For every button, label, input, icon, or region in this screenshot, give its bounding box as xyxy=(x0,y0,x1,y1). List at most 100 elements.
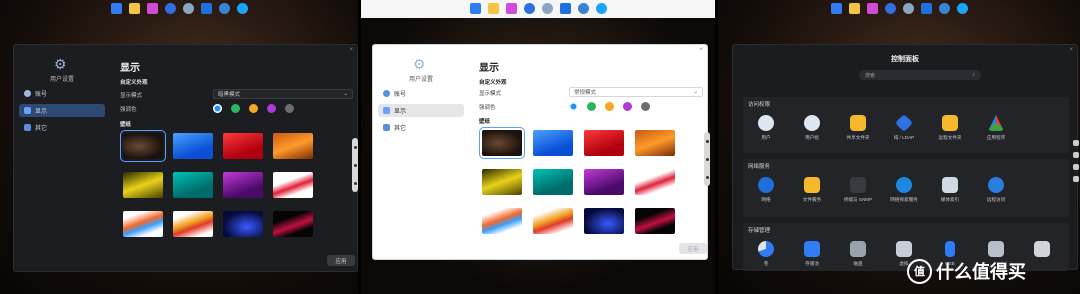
gear-icon[interactable] xyxy=(182,2,194,14)
wallpaper-thumb[interactable] xyxy=(123,172,163,198)
shield-app-icon[interactable] xyxy=(938,2,950,14)
side-handle[interactable] xyxy=(704,132,710,186)
nav-item-display[interactable]: 显示 xyxy=(378,104,464,117)
wallpaper-thumb[interactable] xyxy=(635,130,675,156)
wallpaper-thumb[interactable] xyxy=(273,133,313,159)
taskbar xyxy=(0,0,358,16)
cp-item-domain[interactable]: 域 / LDAP xyxy=(881,113,927,141)
photo-app-icon[interactable] xyxy=(505,2,517,14)
close-icon[interactable]: × xyxy=(1069,47,1073,53)
headset-icon[interactable] xyxy=(956,2,968,14)
accent-orange[interactable] xyxy=(249,104,258,113)
nav-item-display[interactable]: 显示 xyxy=(19,104,105,117)
wallpaper-thumb[interactable] xyxy=(635,169,675,195)
apply-button[interactable]: 应用 xyxy=(327,255,355,266)
grid-app-icon[interactable] xyxy=(830,2,842,14)
gear-icon: ⚙ xyxy=(54,56,67,72)
wallpaper-thumb[interactable] xyxy=(584,208,624,234)
accent-purple[interactable] xyxy=(267,104,276,113)
gear-icon[interactable] xyxy=(902,2,914,14)
accent-blue[interactable] xyxy=(213,104,222,113)
nav-item-other[interactable]: 其它 xyxy=(19,121,105,134)
cp-item-terminal[interactable]: 终端与 SNMP xyxy=(835,177,881,203)
folder-icon[interactable] xyxy=(487,2,499,14)
cp-item-disk[interactable]: 磁盘 xyxy=(835,241,881,267)
accent-green[interactable] xyxy=(587,102,596,111)
wallpaper-thumb[interactable] xyxy=(482,169,522,195)
nav-item-other[interactable]: 其它 xyxy=(378,121,464,134)
apply-button[interactable]: 应用 xyxy=(679,243,707,254)
docs-icon[interactable] xyxy=(200,2,212,14)
headset-icon[interactable] xyxy=(595,2,607,14)
cp-item-discovery[interactable]: 网络探索服务 xyxy=(881,177,927,203)
side-handle[interactable] xyxy=(1073,140,1080,190)
wallpaper-thumb[interactable] xyxy=(223,133,263,159)
wallpaper-thumb[interactable] xyxy=(533,169,573,195)
cp-item-apps[interactable]: 应用程序 xyxy=(973,115,1019,141)
cp-item-file-service[interactable]: 文件服务 xyxy=(789,177,835,203)
accent-green[interactable] xyxy=(231,104,240,113)
usb-icon xyxy=(945,241,955,257)
folder-icon[interactable] xyxy=(128,2,140,14)
clock-icon[interactable] xyxy=(523,2,535,14)
photo-app-icon[interactable] xyxy=(866,2,878,14)
wallpaper-thumb[interactable] xyxy=(173,133,213,159)
wallpaper-thumb[interactable] xyxy=(120,130,166,162)
nav-item-account[interactable]: 账号 xyxy=(19,87,105,100)
accent-orange[interactable] xyxy=(605,102,614,111)
shield-app-icon[interactable] xyxy=(218,2,230,14)
wallpaper-thumb[interactable] xyxy=(584,130,624,156)
clock-icon[interactable] xyxy=(884,2,896,14)
cp-item-users[interactable]: 用户 xyxy=(743,115,789,141)
mode-select[interactable]: 常规模式 ⌄ xyxy=(569,87,703,97)
docs-icon[interactable] xyxy=(559,2,571,14)
nav-item-account[interactable]: 账号 xyxy=(378,87,464,100)
accent-picker xyxy=(569,102,650,111)
wallpaper-thumb[interactable] xyxy=(479,127,525,159)
grid-app-icon[interactable] xyxy=(469,2,481,14)
wallpaper-thumb[interactable] xyxy=(223,211,263,237)
cp-item-remote-folder[interactable]: 远程文件夹 xyxy=(927,115,973,141)
wallpaper-thumb[interactable] xyxy=(273,172,313,198)
wallpaper-thumb[interactable] xyxy=(123,211,163,237)
accent-gray[interactable] xyxy=(641,102,650,111)
side-handle[interactable] xyxy=(352,138,358,192)
clock-icon[interactable] xyxy=(164,2,176,14)
folder-icon[interactable] xyxy=(848,2,860,14)
accent-purple[interactable] xyxy=(623,102,632,111)
cp-item-remote-access[interactable]: 远程访问 xyxy=(973,177,1019,203)
folder-icon xyxy=(850,115,866,131)
cp-item-storage-pool[interactable]: 存储池 xyxy=(789,241,835,267)
mode-select[interactable]: 暗黑模式 ⌄ xyxy=(213,89,353,99)
cp-item-groups[interactable]: 用户组 xyxy=(789,115,835,141)
grid-app-icon[interactable] xyxy=(110,2,122,14)
wallpaper-thumb[interactable] xyxy=(482,208,522,234)
item-label: 共享文件夹 xyxy=(846,135,870,140)
cp-item-volume[interactable]: 卷 xyxy=(743,241,789,267)
shield-app-icon[interactable] xyxy=(577,2,589,14)
wallpaper-thumb[interactable] xyxy=(635,208,675,234)
app-title: 用户设置 xyxy=(49,77,74,83)
search-input[interactable]: 搜索 ⌕ xyxy=(859,70,981,80)
wallpaper-thumb[interactable] xyxy=(533,208,573,234)
wallpaper-thumb[interactable] xyxy=(173,211,213,237)
photo-app-icon[interactable] xyxy=(146,2,158,14)
accent-gray[interactable] xyxy=(285,104,294,113)
cp-item-media-index[interactable]: 媒体索引 xyxy=(927,177,973,203)
gear-icon[interactable] xyxy=(541,2,553,14)
wallpaper-thumb[interactable] xyxy=(584,169,624,195)
settings-sidebar: ⚙ 用户设置 账号 显示 其它 xyxy=(373,45,469,259)
cp-item-shared-folder[interactable]: 共享文件夹 xyxy=(835,115,881,141)
wallpaper-thumb[interactable] xyxy=(273,211,313,237)
section-items: 网络 文件服务 终端与 SNMP 网络探索服务 媒体索引 远程访问 xyxy=(743,177,1069,203)
item-label: 媒体索引 xyxy=(940,197,960,202)
wallpaper-thumb[interactable] xyxy=(533,130,573,156)
accent-blue[interactable] xyxy=(569,102,578,111)
cp-item-network[interactable]: 网络 xyxy=(743,177,789,203)
wallpaper-thumb[interactable] xyxy=(223,172,263,198)
item-label: 网络 xyxy=(761,197,771,202)
section-label: 自定义外观 xyxy=(479,80,507,86)
headset-icon[interactable] xyxy=(236,2,248,14)
wallpaper-thumb[interactable] xyxy=(173,172,213,198)
docs-icon[interactable] xyxy=(920,2,932,14)
